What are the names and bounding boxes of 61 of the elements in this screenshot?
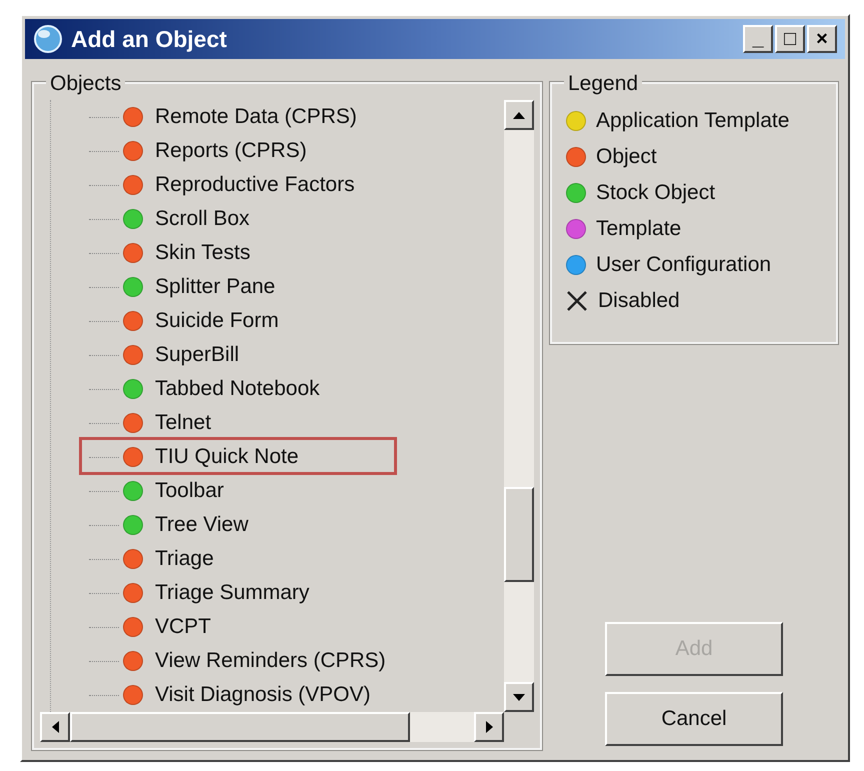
tree-item[interactable]: Skin Tests xyxy=(79,236,504,270)
item-label: Tabbed Notebook xyxy=(155,376,320,402)
item-label: Reports (CPRS) xyxy=(155,138,307,164)
tree-item[interactable]: Suicide Form xyxy=(79,304,504,338)
item-label: Splitter Pane xyxy=(155,274,276,300)
scroll-thumb[interactable] xyxy=(504,487,534,582)
legend-label: Stock Object xyxy=(596,180,716,206)
right-arrow-icon xyxy=(486,721,492,733)
item-label: View Reminders (CPRS) xyxy=(155,648,386,674)
tree-item[interactable]: Remote Data (CPRS) xyxy=(79,100,504,134)
item-label: Scroll Box xyxy=(155,206,250,232)
item-label: Visit Diagnosis (VPOV) xyxy=(155,682,371,708)
tree-item[interactable]: Visit Diagnosis (VPOV) xyxy=(79,678,504,712)
item-label: Skin Tests xyxy=(155,240,250,266)
scroll-thumb[interactable] xyxy=(70,712,410,742)
item-label: SuperBill xyxy=(155,342,240,368)
tree-item[interactable]: Telnet xyxy=(79,406,504,440)
tree-item[interactable]: VCPT xyxy=(79,610,504,644)
item-label: Toolbar xyxy=(155,478,224,504)
item-label: TIU Quick Note xyxy=(155,444,299,470)
tree-item[interactable]: View Reminders (CPRS) xyxy=(79,644,504,678)
tree-item[interactable]: Reproductive Factors xyxy=(79,168,504,202)
left-arrow-icon xyxy=(52,721,58,733)
tree-item[interactable]: Triage xyxy=(79,542,504,576)
up-arrow-icon xyxy=(513,112,525,118)
scroll-right-button[interactable] xyxy=(474,712,504,742)
maximize-button[interactable]: □ xyxy=(775,25,805,53)
vertical-scrollbar[interactable] xyxy=(504,100,534,712)
item-label: Remote Data (CPRS) xyxy=(155,104,357,130)
scroll-down-button[interactable] xyxy=(504,682,534,712)
item-label: Telnet xyxy=(155,410,212,436)
scroll-up-button[interactable] xyxy=(504,100,534,130)
item-label: VCPT xyxy=(155,614,212,640)
legend-label: Disabled xyxy=(598,288,680,314)
scroll-left-button[interactable] xyxy=(40,712,70,742)
tree-item[interactable]: Toolbar xyxy=(79,474,504,508)
item-label: Tree View xyxy=(155,512,248,538)
tree-item[interactable]: Tabbed Notebook xyxy=(79,372,504,406)
tree-item[interactable]: SuperBill xyxy=(79,338,504,372)
item-label: Reproductive Factors xyxy=(155,172,355,198)
tree-item[interactable]: Tree View xyxy=(79,508,504,542)
horizontal-scrollbar[interactable] xyxy=(40,712,504,742)
legend-label: User Configuration xyxy=(596,252,772,278)
tree-item[interactable]: Reports (CPRS) xyxy=(79,134,504,168)
minimize-button[interactable]: _ xyxy=(743,25,773,53)
legend-label: Application Template xyxy=(596,108,790,134)
close-button[interactable]: × xyxy=(807,25,837,53)
item-label: Triage xyxy=(155,546,214,572)
tree-item[interactable]: Triage Summary xyxy=(79,576,504,610)
tree-item[interactable]: Splitter Pane xyxy=(79,270,504,304)
tree-item[interactable]: TIU Quick Note xyxy=(79,440,504,474)
legend-label: Template xyxy=(596,216,682,242)
dialog-button[interactable]: Cancel xyxy=(605,692,783,746)
item-label: Suicide Form xyxy=(155,308,279,334)
legend-label: Object xyxy=(596,144,657,170)
down-arrow-icon xyxy=(513,694,525,700)
window-title: Add an Object xyxy=(71,24,228,54)
tree-item[interactable]: Scroll Box xyxy=(79,202,504,236)
app-globe-icon xyxy=(33,24,63,54)
cross-icon xyxy=(566,290,588,312)
item-label: Triage Summary xyxy=(155,580,310,606)
